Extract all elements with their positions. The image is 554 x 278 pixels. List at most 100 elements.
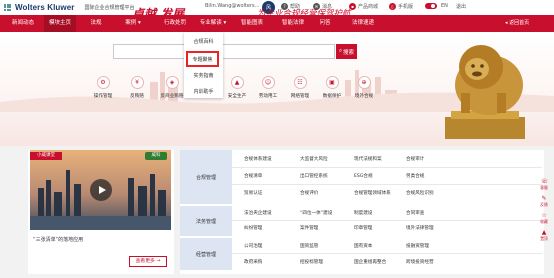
banner-slogan-secondary: 为企业合规经营保驾护航: [257, 9, 351, 19]
nav-regulations[interactable]: 法规: [82, 15, 110, 32]
quick-link-label: 劳动用工: [258, 94, 278, 99]
topic-link[interactable]: 国有资本: [354, 243, 372, 249]
row-divider: [232, 184, 542, 185]
play-icon[interactable]: [90, 179, 112, 201]
brand-name: Wolters Kluwer: [15, 3, 75, 12]
dropdown-item-special-topics[interactable]: 专题聚焦: [186, 51, 219, 67]
quick-link-label: 安全生产: [227, 94, 247, 99]
topic-link[interactable]: 法治央企建设: [244, 210, 272, 216]
topic-link[interactable]: 现代法规和案: [354, 156, 382, 162]
quick-link-anti-bribery[interactable]: ¥ 反贿赂: [123, 76, 151, 99]
language-toggle[interactable]: [425, 3, 437, 9]
dropdown-item-special-topics-label: 专题聚焦: [192, 57, 213, 63]
feedback-button[interactable]: ✎ 反馈: [537, 195, 551, 208]
search-button[interactable]: ⌕ 搜索: [336, 44, 357, 59]
search-input[interactable]: [113, 44, 335, 59]
quick-link-operations[interactable]: ⚙ 操作管理: [89, 76, 117, 99]
dropdown-item-training-assistant[interactable]: 内训助手: [184, 88, 223, 95]
topic-link[interactable]: 投融资管理: [406, 243, 429, 249]
quick-link-label: 数据保护: [322, 94, 342, 99]
topic-link[interactable]: 案件管理: [300, 225, 318, 231]
language-label[interactable]: EN: [441, 3, 448, 9]
platform-name: 国际企业合规管理平台: [84, 5, 135, 11]
topic-link[interactable]: 国企重组再整合: [354, 259, 386, 265]
gear-icon: ⚙: [96, 76, 110, 89]
topic-link[interactable]: 合规评价: [300, 190, 318, 196]
view-more-button[interactable]: 查看更多 →: [129, 256, 167, 267]
topic-link[interactable]: 纠纷管理: [244, 225, 262, 231]
topic-link[interactable]: 合同审查: [406, 210, 424, 216]
topic-link[interactable]: 印章管理: [354, 225, 372, 231]
video-title[interactable]: “三张清单”的落地应用: [33, 236, 83, 243]
dropdown-item-practice-guide[interactable]: 实务指南: [184, 72, 223, 79]
quick-link-data-protection[interactable]: ▣ 数据保护: [318, 76, 346, 99]
network-icon: ☷: [293, 76, 307, 89]
brand-logo[interactable]: Wolters Kluwer: [4, 3, 75, 12]
topic-link[interactable]: 合规管理领域体系: [354, 190, 391, 196]
side-tool-label: 置顶: [540, 236, 548, 241]
quick-link-label: 反贿赂: [130, 94, 144, 99]
chevron-down-icon: ▾: [221, 20, 227, 26]
coin-icon: ¥: [130, 76, 144, 89]
category-compliance[interactable]: 合规管理: [180, 150, 232, 204]
helmet-icon: ▲: [230, 76, 244, 89]
logout-link[interactable]: 退出: [456, 3, 466, 10]
nav-expert-insights-label: 专业解读: [199, 20, 222, 26]
quick-link-label: 境外合规: [354, 94, 374, 99]
mobile-link[interactable]: ▯ 手机版: [389, 3, 413, 10]
side-toolbar: ☏ 客服 ✎ 反馈 ☆ 收藏 ▲ 置顶: [537, 178, 551, 246]
user-email[interactable]: Bilin.Wang@wolters...: [205, 3, 259, 9]
nav-module-home[interactable]: 模块主页: [44, 15, 76, 32]
customer-service-button[interactable]: ☏ 客服: [537, 178, 551, 191]
headset-icon: ☏: [540, 178, 549, 185]
side-tool-label: 客服: [540, 185, 548, 190]
row-divider: [232, 253, 542, 254]
star-icon: ☆: [541, 212, 547, 219]
topic-link[interactable]: 合规审计: [406, 156, 424, 162]
banner-slogan: 卓越 发展: [132, 7, 185, 21]
topic-link[interactable]: 境外法律管理: [406, 225, 434, 231]
back-home-link[interactable]: ◂ 返回首页: [505, 15, 529, 32]
quick-link-commercial-bribery[interactable]: ◈ 反商业贿赂: [158, 76, 186, 99]
quick-link-label: 网络管理: [290, 94, 310, 99]
mobile-icon: ▯: [389, 3, 396, 10]
arrow-up-icon: ▲: [541, 229, 547, 236]
topic-link[interactable]: 国资监管: [300, 243, 318, 249]
shop-label: 产品商城: [358, 4, 379, 10]
quick-link-label: 反商业贿赂: [160, 94, 184, 99]
search-icon: ⌕: [338, 48, 343, 54]
topic-link[interactable]: 政府采购: [244, 259, 262, 265]
topic-link[interactable]: 制度建设: [354, 210, 372, 216]
nav-news[interactable]: 新闻动态: [2, 15, 44, 32]
topic-link[interactable]: ESG合规: [354, 173, 373, 179]
shop-link[interactable]: ▪ 产品商城: [349, 3, 378, 10]
favorite-button[interactable]: ☆ 收藏: [537, 212, 551, 225]
back-home-label: 返回首页: [509, 20, 530, 26]
topic-link[interactable]: 跨境投资经营: [406, 259, 434, 265]
topic-link[interactable]: 贸易认证: [244, 190, 262, 196]
shield-icon: ◈: [165, 76, 179, 89]
topic-link[interactable]: 合规体系建设: [244, 156, 272, 162]
dropdown-item-encyclopedia[interactable]: 合规百科: [184, 38, 223, 45]
side-tool-label: 反馈: [540, 202, 548, 207]
wolters-badge: 威科: [145, 152, 167, 160]
topic-link[interactable]: 公司治理: [244, 243, 262, 249]
topic-link[interactable]: 合规清单: [244, 173, 262, 179]
topic-link[interactable]: 合规风险识别: [406, 190, 434, 196]
topic-link[interactable]: 招投标管理: [300, 259, 323, 265]
quick-link-overseas[interactable]: ⊕ 境外合规: [350, 76, 378, 99]
topic-link[interactable]: “四位一体”建设: [300, 210, 332, 216]
nav-expert-insights[interactable]: 专业解读 ▾: [193, 15, 233, 32]
video-series-tag: 小威课堂: [30, 152, 62, 160]
category-operations[interactable]: 经营管理: [180, 238, 232, 270]
topic-link[interactable]: 出口管控系统: [300, 173, 328, 179]
row-divider: [232, 167, 542, 168]
topic-link[interactable]: 大监督大风险: [300, 156, 328, 162]
back-to-top-button[interactable]: ▲ 置顶: [537, 229, 551, 242]
category-legal[interactable]: 法务管理: [180, 206, 232, 236]
topic-link[interactable]: 另类合规: [406, 173, 424, 179]
quick-link-safety[interactable]: ▲ 安全生产: [223, 76, 251, 99]
quick-link-network[interactable]: ☷ 网络管理: [286, 76, 314, 99]
mobile-label: 手机版: [398, 4, 414, 10]
quick-link-labor[interactable]: ☺ 劳动用工: [254, 76, 282, 99]
